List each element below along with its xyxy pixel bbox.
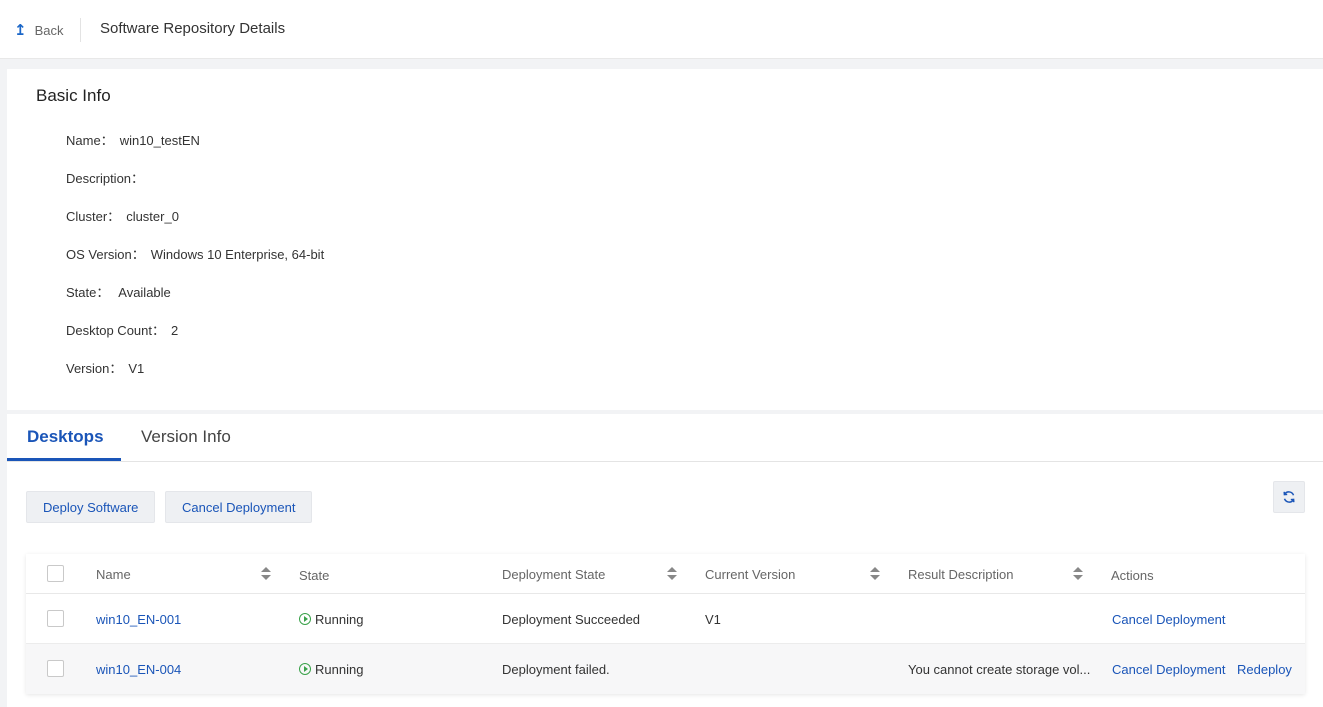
table-header: Name State Deployment State Current Vers… xyxy=(26,554,1305,594)
state-cell: Running xyxy=(299,612,363,627)
page-title: Software Repository Details xyxy=(100,20,286,37)
result-description-cell: You cannot create storage vol... xyxy=(908,662,1091,677)
desktops-panel: Desktops Version Info Deploy Software Ca… xyxy=(7,414,1323,707)
sort-deployment-state-icon[interactable] xyxy=(667,567,677,581)
cancel-deployment-button[interactable]: Cancel Deployment xyxy=(165,491,313,523)
deploy-software-button[interactable]: Deploy Software xyxy=(26,491,156,523)
info-label: Name： xyxy=(66,133,114,148)
row-cancel-deployment-link[interactable]: Cancel Deployment xyxy=(1112,662,1225,677)
desktop-name-link[interactable]: win10_EN-004 xyxy=(96,662,181,677)
sort-name-icon[interactable] xyxy=(261,567,271,581)
column-header-current-version[interactable]: Current Version xyxy=(705,567,795,582)
active-tab-indicator xyxy=(7,458,121,461)
back-label: Back xyxy=(34,22,64,38)
sort-result-description-icon[interactable] xyxy=(1073,567,1083,581)
info-value: win10_testEN xyxy=(119,133,200,148)
info-row-name: Name： win10_testEN xyxy=(66,130,200,149)
info-label: Cluster： xyxy=(66,209,121,224)
basic-info-title: Basic Info xyxy=(36,86,111,105)
state-text: Running xyxy=(315,662,364,677)
tab-bar: Desktops Version Info xyxy=(7,414,1323,462)
running-status-icon xyxy=(299,613,311,625)
info-value: V1 xyxy=(128,361,145,376)
info-row-os-version: OS Version： Windows 10 Enterprise, 64-bit xyxy=(66,244,324,263)
info-value: 2 xyxy=(171,323,179,338)
info-label: State： xyxy=(66,285,110,300)
info-label: Desktop Count： xyxy=(66,323,165,338)
table-row: win10_EN-004 Running Deployment failed. … xyxy=(26,644,1305,694)
info-label: Description： xyxy=(66,171,145,186)
info-row-version: Version： V1 xyxy=(66,358,144,377)
row-checkbox[interactable] xyxy=(47,660,64,677)
info-row-state: State： Available xyxy=(66,282,171,301)
basic-info-card: Basic Info Name： win10_testEN Description… xyxy=(7,69,1323,410)
row-redeploy-link[interactable]: Redeploy xyxy=(1237,662,1292,677)
refresh-icon xyxy=(1283,491,1295,503)
info-label: Version： xyxy=(66,361,123,376)
column-header-name[interactable]: Name xyxy=(96,567,131,582)
desktop-name-link[interactable]: win10_EN-001 xyxy=(96,612,181,627)
info-label: OS Version： xyxy=(66,247,145,262)
header-divider xyxy=(80,18,81,42)
refresh-button[interactable] xyxy=(1273,481,1305,513)
deployment-state-cell: Deployment Succeeded xyxy=(502,612,641,627)
info-row-desktop-count: Desktop Count： 2 xyxy=(66,320,178,339)
desktops-table: Name State Deployment State Current Vers… xyxy=(26,554,1305,694)
row-cancel-deployment-link[interactable]: Cancel Deployment xyxy=(1112,612,1225,627)
deployment-state-cell: Deployment failed. xyxy=(502,662,610,677)
sort-current-version-icon[interactable] xyxy=(870,567,880,581)
back-button[interactable]: ↥ Back xyxy=(14,19,63,41)
info-value: Available xyxy=(115,285,171,300)
tab-desktops[interactable]: Desktops xyxy=(27,427,104,447)
state-text: Running xyxy=(315,612,364,627)
top-bar: ↥ Back Software Repository Details xyxy=(0,0,1323,59)
column-header-deployment-state[interactable]: Deployment State xyxy=(502,567,605,582)
column-header-actions: Actions xyxy=(1111,568,1154,583)
state-cell: Running xyxy=(299,662,363,677)
tab-version-info[interactable]: Version Info xyxy=(141,427,231,447)
running-status-icon xyxy=(299,663,311,675)
info-value: Windows 10 Enterprise, 64-bit xyxy=(150,247,325,262)
info-row-description: Description： xyxy=(66,168,150,187)
select-all-checkbox[interactable] xyxy=(47,565,64,582)
table-row: win10_EN-001 Running Deployment Succeede… xyxy=(26,594,1305,644)
info-row-cluster: Cluster： cluster_0 xyxy=(66,206,179,225)
current-version-cell: V1 xyxy=(705,612,721,627)
info-value: cluster_0 xyxy=(126,209,179,224)
column-header-state: State xyxy=(299,568,330,583)
column-header-result-description[interactable]: Result Description xyxy=(908,567,1014,582)
row-checkbox[interactable] xyxy=(47,610,64,627)
back-arrow-icon: ↥ xyxy=(14,21,27,39)
